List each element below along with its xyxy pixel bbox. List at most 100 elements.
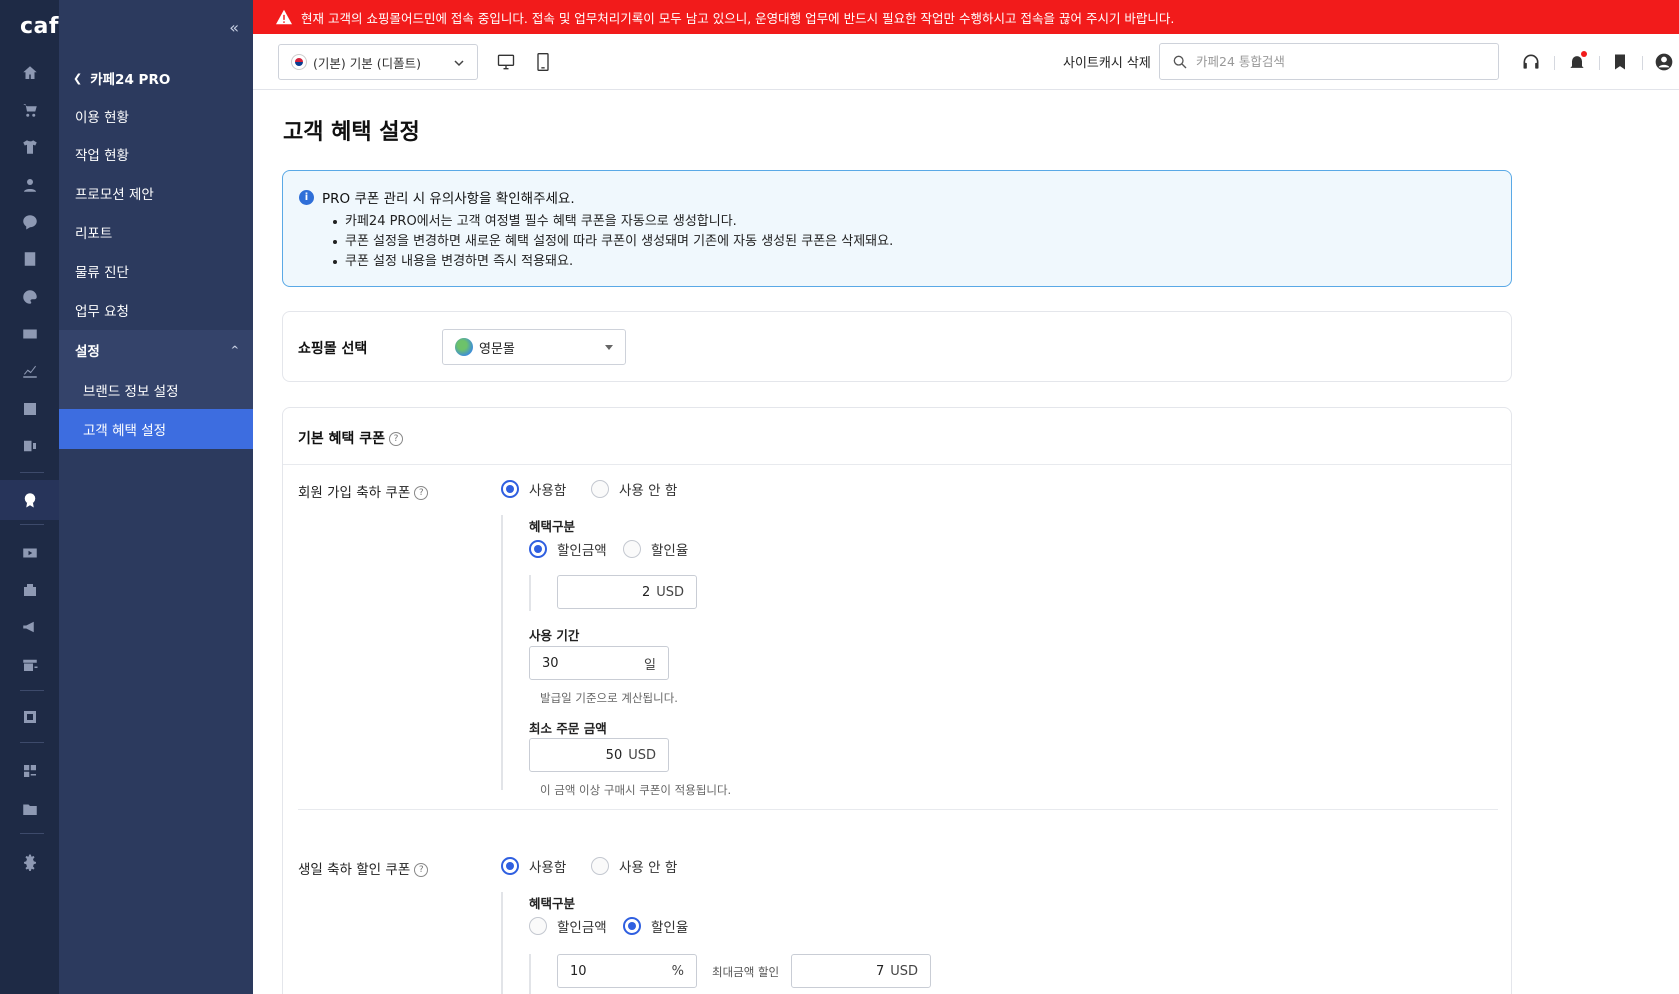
subnav-item-promotion[interactable]: 프로모션 제안 [59, 173, 253, 213]
help-icon[interactable]: ? [414, 863, 429, 877]
birthday-use-radio[interactable]: 사용함 [501, 856, 566, 876]
signup-min-order-input[interactable]: 50 USD [529, 738, 669, 772]
board-icon[interactable] [0, 239, 59, 279]
search-input[interactable] [1196, 54, 1476, 69]
main-content: 고객 혜택 설정 i PRO 쿠폰 관리 시 유의사항을 확인해주세요. 카페2… [253, 90, 1679, 994]
signup-period-input[interactable]: 30 일 [529, 646, 669, 680]
clear-cache-button[interactable]: 사이트캐시 삭제 [1063, 52, 1151, 71]
palette-icon[interactable] [0, 277, 59, 317]
headset-icon[interactable] [1520, 51, 1542, 73]
help-icon[interactable]: ? [414, 486, 429, 500]
section-title: 기본 혜택 쿠폰? [298, 428, 404, 448]
desktop-view-icon[interactable] [496, 52, 516, 72]
notice-box: i PRO 쿠폰 관리 시 유의사항을 확인해주세요. 카페24 PRO에서는 … [282, 170, 1512, 287]
mall-select-card: 쇼핑몰 선택 영문몰 [282, 311, 1512, 382]
chevron-left-icon: ❮ [73, 71, 83, 85]
sub-navigation: « ❮ 카페24 PRO 이용 현황 작업 현황 프로모션 제안 리포트 물류 … [59, 0, 253, 994]
chevron-down-icon [454, 60, 464, 67]
radio-checked-icon [501, 480, 519, 498]
radio-unchecked-icon [591, 480, 609, 498]
apps-icon[interactable] [0, 751, 59, 791]
signup-rate-radio[interactable]: 할인율 [623, 539, 688, 559]
subnav-item-request[interactable]: 업무 요청 [59, 290, 253, 330]
radio-unchecked-icon [591, 857, 609, 875]
notice-item: 쿠폰 설정 내용을 변경하면 즉시 적용돼요. [333, 252, 1511, 272]
mall-select-dropdown[interactable]: 영문몰 [442, 329, 626, 365]
app-icon[interactable] [0, 426, 59, 466]
benefit-type-label: 혜택구분 [529, 896, 576, 911]
radio-checked-icon [623, 917, 641, 935]
help-icon[interactable]: ? [389, 432, 404, 446]
max-discount-label: 최대금액 할인 [712, 965, 780, 979]
subnav-group-settings[interactable]: 설정 ^ [59, 330, 253, 370]
benefit-type-label: 혜택구분 [529, 519, 576, 534]
signup-amount-input[interactable]: 2 USD [557, 575, 697, 609]
notification-dot [1581, 51, 1587, 57]
channel-icon[interactable] [0, 645, 59, 685]
icon-rail: cafe24 [0, 0, 106, 994]
signup-amount-radio[interactable]: 할인금액 [529, 539, 607, 559]
signup-coupon-label: 회원 가입 축하 쿠폰? [298, 481, 429, 501]
promo-icon[interactable] [0, 314, 59, 354]
period-label: 사용 기간 [529, 628, 580, 643]
bookmark-icon[interactable] [1609, 51, 1631, 73]
birthday-unuse-radio[interactable]: 사용 안 함 [591, 856, 677, 876]
subnav-item-usage[interactable]: 이용 현황 [59, 96, 253, 136]
partner-icon[interactable] [0, 697, 59, 737]
signup-use-radio[interactable]: 사용함 [501, 479, 566, 499]
radio-checked-icon [501, 857, 519, 875]
subnav-item-report[interactable]: 리포트 [59, 212, 253, 252]
subnav-item-brand-info[interactable]: 브랜드 정보 설정 [59, 370, 253, 410]
notice-title: PRO 쿠폰 관리 시 유의사항을 확인해주세요. [322, 191, 575, 207]
design-select[interactable]: (기본) 기본 (디폴트) [278, 44, 478, 80]
birthday-coupon-label: 생일 축하 할인 쿠폰? [298, 858, 429, 878]
cart-icon[interactable] [0, 90, 59, 130]
notice-item: 쿠폰 설정을 변경하면 새로운 혜택 설정에 따라 쿠폰이 생성돼며 기존에 자… [333, 232, 1511, 252]
page-title: 고객 혜택 설정 [283, 120, 420, 145]
signup-unuse-radio[interactable]: 사용 안 함 [591, 479, 677, 499]
radio-checked-icon [529, 540, 547, 558]
birthday-max-input[interactable]: 7 USD [791, 954, 931, 988]
subnav-item-customer-benefit[interactable]: 고객 혜택 설정 [59, 409, 253, 449]
megaphone-icon[interactable] [0, 607, 59, 647]
stats-icon[interactable] [0, 389, 59, 429]
home-icon[interactable] [0, 53, 59, 93]
access-alert-bar: 현재 고객의 쇼핑몰어드민에 접속 중입니다. 접속 및 업무처리기록이 모두 … [253, 0, 1679, 34]
account-icon[interactable] [1653, 51, 1675, 73]
basic-coupon-card: 기본 혜택 쿠폰? 회원 가입 축하 쿠폰? 사용함 사용 안 함 혜택구분 할… [282, 407, 1512, 994]
mall-select-label: 쇼핑몰 선택 [298, 341, 368, 357]
search-icon [1173, 55, 1187, 68]
subnav-item-logistics[interactable]: 물류 진단 [59, 251, 253, 291]
dropdown-arrow-icon [605, 345, 613, 350]
birthday-rate-input[interactable]: 10 % [557, 954, 697, 988]
store-icon[interactable] [0, 570, 59, 610]
shirt-icon[interactable] [0, 127, 59, 167]
mobile-view-icon[interactable] [533, 52, 553, 72]
birthday-amount-radio[interactable]: 할인금액 [529, 916, 607, 936]
info-icon: i [299, 189, 314, 205]
user-icon[interactable] [0, 165, 59, 205]
radio-unchecked-icon [529, 917, 547, 935]
collapse-sidebar-button[interactable]: « [229, 18, 239, 37]
min-order-label: 최소 주문 금액 [529, 721, 607, 736]
video-icon[interactable] [0, 533, 59, 573]
subnav-item-work-status[interactable]: 작업 현황 [59, 134, 253, 174]
bell-icon[interactable] [1566, 51, 1588, 73]
back-to-pro-link[interactable]: ❮ 카페24 PRO [59, 58, 253, 98]
chat-icon[interactable] [0, 202, 59, 242]
settings-icon[interactable] [0, 842, 59, 882]
folder-icon[interactable] [0, 789, 59, 829]
global-search[interactable] [1159, 43, 1499, 80]
warning-icon [275, 9, 293, 25]
notice-list: 카페24 PRO에서는 고객 여정별 필수 혜택 쿠폰을 자동으로 생성합니다.… [333, 212, 1511, 272]
notice-item: 카페24 PRO에서는 고객 여정별 필수 혜택 쿠폰을 자동으로 생성합니다. [333, 212, 1511, 232]
period-hint: 발급일 기준으로 계산됩니다. [540, 691, 678, 705]
globe-icon [455, 338, 473, 356]
korea-flag-icon [291, 54, 307, 70]
birthday-rate-radio[interactable]: 할인율 [623, 916, 688, 936]
pro-badge-icon[interactable] [0, 480, 59, 520]
chevron-up-icon: ^ [230, 344, 239, 356]
chart-icon[interactable] [0, 351, 59, 391]
radio-unchecked-icon [623, 540, 641, 558]
alert-text: 현재 고객의 쇼핑몰어드민에 접속 중입니다. 접속 및 업무처리기록이 모두 … [301, 10, 1175, 26]
